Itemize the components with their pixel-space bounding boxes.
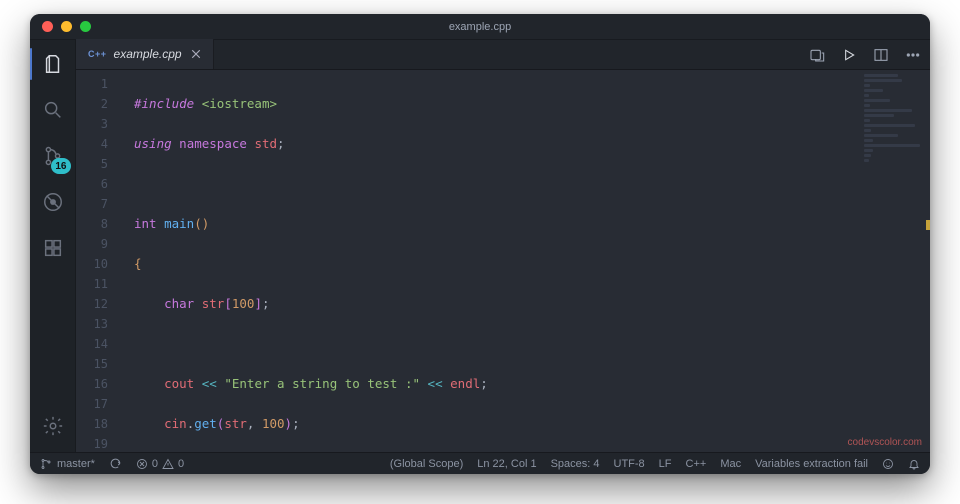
zoom-window-button[interactable] [80, 21, 91, 32]
extensions-icon[interactable] [39, 234, 67, 262]
status-scope[interactable]: (Global Scope) [390, 458, 463, 470]
close-window-button[interactable] [42, 21, 53, 32]
tab-bar: C++ example.cpp [76, 40, 930, 70]
line-number-gutter: 1 2 3 4 5 6 7 8 9 10 11 12 13 14 15 16 1 [76, 70, 120, 452]
tab-example-cpp[interactable]: C++ example.cpp [76, 39, 214, 69]
status-eol[interactable]: LF [659, 458, 672, 470]
search-icon[interactable] [39, 96, 67, 124]
status-os[interactable]: Mac [720, 458, 741, 470]
status-indentation[interactable]: Spaces: 4 [551, 458, 600, 470]
editor-actions [808, 40, 922, 69]
watermark: codevscolor.com [848, 437, 922, 448]
status-language[interactable]: C++ [686, 458, 707, 470]
activity-bar: 16 [30, 40, 76, 452]
scm-badge: 16 [51, 158, 70, 174]
status-feedback-icon[interactable] [882, 458, 894, 470]
titlebar: example.cpp [30, 14, 930, 40]
status-problems[interactable]: 0 0 [136, 458, 184, 470]
status-sync[interactable] [109, 457, 122, 470]
status-cursor-position[interactable]: Ln 22, Col 1 [477, 458, 536, 470]
minimize-window-button[interactable] [61, 21, 72, 32]
run-icon[interactable] [840, 46, 858, 64]
open-changes-icon[interactable] [808, 46, 826, 64]
more-actions-icon[interactable] [904, 46, 922, 64]
minimap[interactable] [864, 74, 926, 194]
explorer-icon[interactable] [39, 50, 67, 78]
split-editor-icon[interactable] [872, 46, 890, 64]
status-message[interactable]: Variables extraction fail [755, 458, 868, 470]
settings-icon[interactable] [39, 412, 67, 440]
tab-label: example.cpp [114, 47, 182, 61]
code-area[interactable]: 1 2 3 4 5 6 7 8 9 10 11 12 13 14 15 16 1 [76, 70, 930, 452]
code-content[interactable]: #include <iostream> using namespace std;… [120, 70, 930, 452]
window-controls [42, 21, 91, 32]
editor-window: example.cpp 16 [30, 14, 930, 474]
close-tab-button[interactable] [189, 47, 203, 61]
status-bell-icon[interactable] [908, 458, 920, 470]
status-encoding[interactable]: UTF-8 [614, 458, 645, 470]
window-title: example.cpp [30, 21, 930, 33]
source-control-icon[interactable]: 16 [39, 142, 67, 170]
overview-ruler-marker [926, 220, 930, 230]
status-branch[interactable]: master* [40, 458, 95, 470]
debug-icon[interactable] [39, 188, 67, 216]
status-bar: master* 0 0 (Global Scope) Ln 22, Col 1 … [30, 452, 930, 474]
cpp-file-icon: C++ [88, 49, 107, 59]
